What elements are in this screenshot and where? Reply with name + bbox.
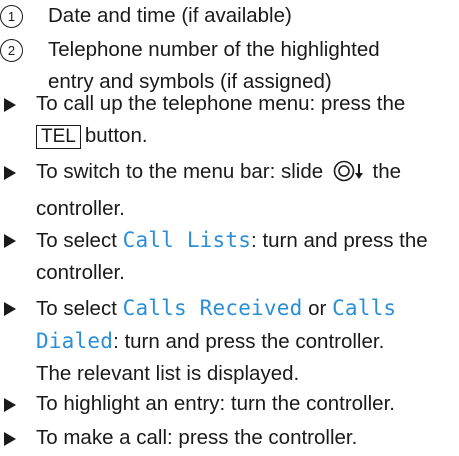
step-4-line1: To select Calls Received or Calls: [36, 292, 457, 325]
triangle-bullet-icon: [4, 98, 16, 112]
triangle-bullet-icon: [4, 234, 16, 248]
menu-term-calls: Calls: [332, 296, 397, 320]
step-2-line2: controller.: [36, 197, 125, 220]
triangle-bullet-icon: [4, 166, 16, 180]
legend-text-1: Date and time (if available): [48, 4, 292, 27]
step-make-call: To make a call: press the controller.: [0, 422, 457, 454]
controller-slide-down-icon: [333, 159, 365, 193]
step-2-suffix: the: [372, 160, 402, 183]
menu-term-calls-received: Calls Received: [122, 296, 303, 320]
step-3-prefix: To select: [36, 229, 117, 252]
number-circle-2: 2: [0, 39, 23, 62]
step-4-line3: The relevant list is displayed.: [36, 362, 300, 385]
step-3-suffix: : turn and press the: [251, 229, 428, 252]
triangle-bullet-icon: [4, 398, 16, 412]
legend-item-1: 1 Date and time (if available): [0, 0, 459, 32]
step-3-line1: To select Call Lists: turn and press the: [36, 224, 457, 257]
step-3-line2: controller.: [36, 261, 125, 284]
step-select-received-dialed-content: To select Calls Received or Calls Dialed…: [0, 292, 457, 390]
tel-key: TEL: [36, 125, 81, 149]
legend-text-2-line1: Telephone number of the highlighted: [48, 38, 380, 61]
menu-term-call-lists: Call Lists: [122, 228, 252, 252]
step-1-line2: TEL button.: [36, 120, 457, 152]
step-5-text: To highlight an entry: turn the controll…: [36, 392, 395, 415]
step-call-telephone-menu: To call up the telephone menu: press the…: [0, 88, 457, 152]
menu-term-dialed: Dialed: [36, 329, 114, 353]
number-circle-1: 1: [0, 5, 23, 28]
step-4-prefix: To select: [36, 297, 117, 320]
triangle-bullet-icon: [4, 302, 16, 316]
step-2-line1: To switch to the menu bar: slide the: [36, 156, 457, 193]
step-1-suffix: button.: [84, 124, 148, 147]
step-4-or: or: [308, 297, 327, 320]
step-highlight-entry: To highlight an entry: turn the controll…: [0, 388, 457, 420]
step-4-line2: Dialed: turn and press the controller.: [36, 325, 457, 358]
step-select-call-lists: To select Call Lists: turn and press the…: [0, 224, 457, 289]
step-4-suffix: : turn and press the controller.: [113, 330, 385, 353]
step-2-prefix: To switch to the menu bar: slide: [36, 160, 324, 183]
step-switch-menu-bar: To switch to the menu bar: slide the con…: [0, 156, 457, 225]
triangle-bullet-icon: [4, 432, 16, 446]
step-6-text: To make a call: press the controller.: [36, 426, 358, 449]
step-1-line1: To call up the telephone menu: press the: [36, 92, 406, 115]
